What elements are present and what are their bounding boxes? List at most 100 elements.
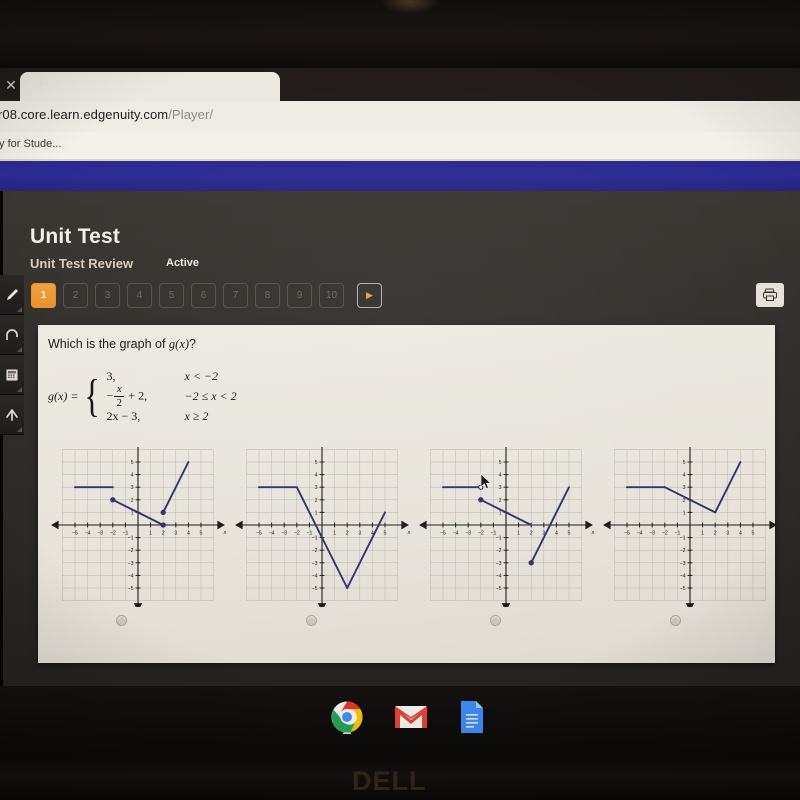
svg-text:4: 4 — [555, 531, 558, 537]
svg-text:−4: −4 — [637, 531, 643, 537]
radio-option-b[interactable] — [306, 615, 317, 626]
svg-text:−3: −3 — [649, 531, 655, 537]
piece-2-suffix: + 2, — [128, 387, 148, 402]
svg-text:−2: −2 — [496, 548, 502, 554]
option-c-plot: −5−5−4−4−3−3−2−2−1−11122334455xg(x) — [419, 447, 594, 607]
svg-text:−5: −5 — [312, 586, 318, 592]
piece-3-condition: x ≥ 2 — [184, 408, 209, 423]
bookmark-item[interactable]: ty for Stude... — [0, 138, 61, 150]
graph-option-c[interactable]: −5−5−4−4−3−3−2−2−1−11122334455xg(x) — [418, 447, 594, 607]
question-nav-item-9[interactable]: 9 — [287, 283, 312, 308]
svg-text:5: 5 — [499, 460, 502, 466]
answer-choices — [50, 615, 765, 635]
svg-text:3: 3 — [358, 531, 361, 537]
calculator-tool-button[interactable] — [0, 355, 24, 395]
svg-text:2: 2 — [683, 498, 686, 504]
option-d-plot: −5−5−4−4−3−3−2−2−1−11122334455xg(x) — [603, 447, 778, 607]
svg-text:5: 5 — [683, 460, 686, 466]
svg-text:−5: −5 — [440, 531, 446, 537]
question-panel: Which is the graph of g(x)? g(x) = { 3, … — [38, 325, 778, 663]
chrome-icon[interactable] — [330, 700, 364, 734]
question-nav-item-3[interactable]: 3 — [95, 283, 120, 308]
svg-text:1: 1 — [683, 510, 686, 516]
prompt-function-name: g(x) — [168, 337, 190, 351]
graph-option-d[interactable]: −5−5−4−4−3−3−2−2−1−11122334455xg(x) — [602, 447, 778, 607]
calculator-icon — [6, 368, 18, 381]
svg-text:−3: −3 — [97, 531, 103, 537]
svg-text:−4: −4 — [312, 573, 318, 579]
next-question-button[interactable]: ▶ — [357, 283, 382, 308]
svg-text:2: 2 — [315, 498, 318, 504]
svg-text:2: 2 — [346, 531, 349, 537]
svg-text:5: 5 — [131, 460, 134, 466]
taskbar-icons — [330, 700, 486, 734]
svg-text:x: x — [223, 530, 226, 536]
scroll-up-tool-button[interactable] — [0, 395, 24, 435]
radio-option-a[interactable] — [116, 615, 127, 626]
google-docs-icon[interactable] — [458, 700, 486, 734]
mouse-cursor — [480, 473, 492, 490]
svg-text:−4: −4 — [85, 531, 91, 537]
print-button[interactable] — [756, 283, 784, 307]
svg-text:−5: −5 — [72, 531, 78, 537]
question-nav-item-1[interactable]: 1 — [31, 283, 56, 308]
svg-text:1: 1 — [333, 531, 336, 537]
radio-option-c[interactable] — [490, 615, 501, 626]
question-nav-item-6[interactable]: 6 — [191, 283, 216, 308]
question-nav-item-2[interactable]: 2 — [63, 283, 88, 308]
question-nav-item-7[interactable]: 7 — [223, 283, 248, 308]
brand-logo: DELL — [352, 766, 427, 796]
svg-text:−3: −3 — [465, 531, 471, 537]
svg-text:−3: −3 — [128, 561, 134, 567]
svg-text:2: 2 — [499, 498, 502, 504]
question-nav-item-8[interactable]: 8 — [255, 283, 280, 308]
svg-text:4: 4 — [499, 473, 502, 479]
piecewise-row-3: 2x − 3, x ≥ 2 — [107, 407, 237, 425]
svg-text:−5: −5 — [680, 586, 686, 592]
option-a-plot: −5−5−4−4−3−3−2−2−1−11122334455xg(x) — [51, 447, 226, 607]
prompt-text-end: ? — [189, 337, 196, 351]
svg-text:−4: −4 — [269, 531, 275, 537]
svg-text:4: 4 — [187, 531, 190, 537]
svg-text:3: 3 — [499, 485, 502, 491]
svg-text:−5: −5 — [256, 531, 262, 537]
close-icon[interactable]: ✕ — [2, 76, 20, 94]
svg-text:1: 1 — [131, 510, 134, 516]
question-nav-item-5[interactable]: 5 — [159, 283, 184, 308]
fraction: x2 — [114, 383, 125, 409]
graph-option-a[interactable]: −5−5−4−4−3−3−2−2−1−11122334455xg(x) — [50, 447, 226, 607]
question-nav-item-10[interactable]: 10 — [319, 283, 344, 308]
url-domain: r08.core.learn.edgenuity.com — [0, 107, 169, 122]
svg-text:−2: −2 — [680, 548, 686, 554]
highlighter-tool-button[interactable] — [0, 275, 24, 315]
svg-text:−2: −2 — [312, 548, 318, 554]
svg-text:4: 4 — [739, 531, 742, 537]
piece-2-sign: − — [106, 387, 114, 402]
svg-text:x: x — [591, 530, 594, 536]
laptop-photo: ✕ + r08.core.learn.edgenuity.com/Player/… — [0, 0, 800, 800]
print-icon — [763, 288, 777, 301]
svg-text:5: 5 — [200, 531, 203, 537]
plus-icon[interactable]: + — [30, 74, 52, 96]
browser-tab[interactable] — [20, 72, 280, 101]
eraser-tool-button[interactable] — [0, 315, 24, 355]
svg-text:x: x — [407, 530, 410, 536]
site-banner — [0, 159, 800, 191]
piece-2-condition: −2 ≤ x < 2 — [184, 388, 237, 403]
question-nav-item-4[interactable]: 4 — [127, 283, 152, 308]
page-title: Unit Test — [30, 225, 121, 248]
gmail-icon[interactable] — [394, 704, 428, 730]
svg-text:−3: −3 — [680, 561, 686, 567]
piece-1-expression: 3, — [106, 368, 116, 383]
svg-text:x: x — [775, 530, 778, 536]
status-badge: Active — [166, 257, 200, 269]
graph-option-b[interactable]: −5−5−4−4−3−3−2−2−1−11122334455xg(x) — [234, 447, 410, 607]
question-nav: 1 2 3 4 5 6 7 8 9 10 ▶ — [31, 283, 382, 308]
svg-text:−5: −5 — [496, 586, 502, 592]
radio-option-d[interactable] — [670, 615, 681, 626]
option-b-plot: −5−5−4−4−3−3−2−2−1−11122334455xg(x) — [235, 447, 410, 607]
svg-text:−1: −1 — [496, 536, 502, 542]
svg-text:3: 3 — [131, 485, 134, 491]
tool-rail — [0, 275, 24, 435]
piece-1-condition: x < −2 — [184, 368, 219, 383]
